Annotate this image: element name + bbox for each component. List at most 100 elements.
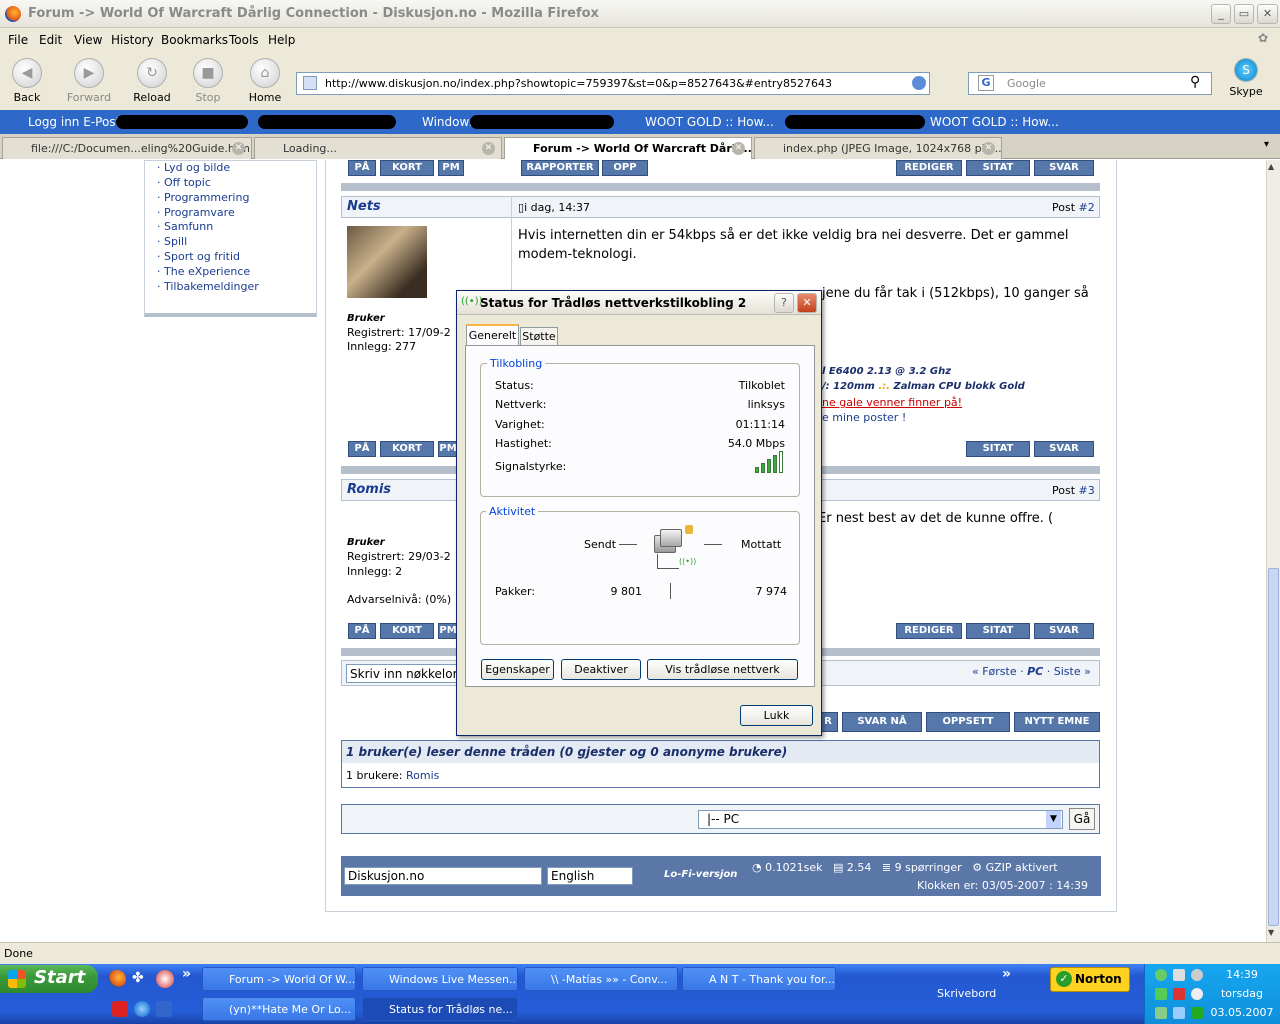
stop-button[interactable]: ■ Stop xyxy=(181,52,235,104)
skype-button[interactable]: S Skype xyxy=(1218,52,1274,98)
go-arrow-icon[interactable] xyxy=(912,76,926,90)
tray-icon[interactable] xyxy=(1191,1007,1203,1019)
start-button[interactable]: Start xyxy=(0,965,98,993)
task-conversation-yn[interactable]: (yn)**Hate Me Or Lo... xyxy=(202,997,356,1021)
tray-icon[interactable] xyxy=(1191,969,1203,981)
menu-history[interactable]: History xyxy=(111,33,154,47)
menu-tools[interactable]: Tools xyxy=(229,33,259,47)
task-messenger[interactable]: Windows Live Messen... xyxy=(362,967,518,991)
kort-button[interactable]: KORT xyxy=(380,623,434,639)
pm-button[interactable]: PM xyxy=(438,623,458,639)
close-tab-icon[interactable]: ✕ xyxy=(982,142,995,155)
pa-button[interactable]: PÅ xyxy=(348,160,376,176)
tab-jpeg[interactable]: index.php (JPEG Image, 1024x768 pix... ✕ xyxy=(754,137,1002,159)
sidebar-item-programmering[interactable]: · Programmering xyxy=(157,191,249,204)
bookmark-woot-1[interactable]: WOOT GOLD :: How... xyxy=(645,115,774,129)
tab-forum[interactable]: Forum -> World Of Warcraft Dårli... ✕ xyxy=(504,137,752,159)
properties-button[interactable]: Egenskaper xyxy=(481,659,554,680)
tray-icon[interactable] xyxy=(1155,1007,1167,1019)
search-icon[interactable]: ⚲ xyxy=(1190,74,1200,90)
close-tab-icon[interactable]: ✕ xyxy=(232,142,245,155)
forum-jump-select[interactable]: |-- PC xyxy=(698,810,1063,829)
task-forum[interactable]: Forum -> World Of W... xyxy=(202,967,356,991)
sidebar-item-sport-og-fritid[interactable]: · Sport og fritid xyxy=(157,250,240,263)
desktop-quicklaunch-icon[interactable] xyxy=(156,1001,172,1017)
bookmark-woot-2[interactable]: WOOT GOLD :: How... xyxy=(930,115,1059,129)
rapporter-button[interactable]: RAPPORTER xyxy=(521,160,599,176)
desktop-toolbar-label[interactable]: Skrivebord xyxy=(937,987,996,1000)
toolbar-expand-icon[interactable]: » xyxy=(1002,966,1011,982)
clock-time[interactable]: 14:39 xyxy=(1205,968,1279,981)
menu-edit[interactable]: Edit xyxy=(39,33,62,47)
kort-button[interactable]: KORT xyxy=(380,441,434,457)
task-conversation-ant[interactable]: A N T - Thank you for... xyxy=(682,967,836,991)
sidebar-item-programvare[interactable]: · Programvare xyxy=(157,206,235,219)
svar-na-button[interactable]: SVAR NÅ xyxy=(842,712,922,732)
menu-file[interactable]: File xyxy=(8,33,28,47)
first-page-link[interactable]: « Første xyxy=(972,665,1017,678)
messenger-quicklaunch-icon[interactable]: ✤ xyxy=(132,970,150,988)
close-dialog-button[interactable]: Lukk xyxy=(740,705,813,726)
tab-list-icon[interactable]: ▾ xyxy=(1264,139,1269,150)
search-field[interactable]: Skriv inn nøkkelor xyxy=(346,664,458,683)
sidebar-item-samfunn[interactable]: · Samfunn xyxy=(157,220,213,233)
svar-button[interactable]: SVAR xyxy=(1034,623,1094,639)
norton-button[interactable]: ✓ Norton xyxy=(1050,967,1130,992)
ie-quicklaunch-icon[interactable] xyxy=(134,1001,150,1017)
svar-button[interactable]: SVAR xyxy=(1034,441,1094,457)
sidebar-item-off-topic[interactable]: · Off topic xyxy=(157,176,211,189)
menu-help[interactable]: Help xyxy=(268,33,295,47)
scroll-down-icon[interactable]: ▼ xyxy=(1268,928,1279,938)
opp-button[interactable]: OPP xyxy=(602,160,648,176)
acrobat-quicklaunch-icon[interactable] xyxy=(112,1001,128,1017)
sitat-button[interactable]: SITAT xyxy=(966,160,1030,176)
app-quicklaunch-icon[interactable] xyxy=(156,970,174,988)
tab-generelt[interactable]: Generelt xyxy=(466,324,519,346)
tab-stotte[interactable]: Støtte xyxy=(520,327,558,346)
minimize-button[interactable]: _ xyxy=(1211,4,1231,24)
pa-button[interactable]: PÅ xyxy=(348,623,376,639)
tray-icon[interactable] xyxy=(1155,988,1167,1000)
signature-link[interactable]: e mine poster ! xyxy=(822,411,906,424)
dialog-close-button[interactable]: ✕ xyxy=(797,293,817,313)
post-author[interactable]: Nets xyxy=(347,199,381,214)
pm-button[interactable]: PM xyxy=(438,160,464,176)
forward-button[interactable]: ▶ Forward xyxy=(62,52,116,104)
kort-button[interactable]: KORT xyxy=(380,160,434,176)
close-tab-icon[interactable]: ✕ xyxy=(732,142,745,155)
post-no[interactable]: #2 xyxy=(1079,201,1095,214)
pa-button[interactable]: PÅ xyxy=(348,441,376,457)
scroll-up-icon[interactable]: ▲ xyxy=(1268,162,1279,172)
lofi-link[interactable]: Lo-Fi-versjon xyxy=(664,869,737,880)
close-button[interactable]: ✕ xyxy=(1257,4,1278,24)
home-button[interactable]: ⌂ Home xyxy=(238,52,292,104)
language-select[interactable]: English xyxy=(547,867,633,885)
signature-link[interactable]: ne gale venner finner på! xyxy=(822,396,962,409)
maximize-button[interactable]: ▭ xyxy=(1234,4,1254,24)
sidebar-item-tilbakemeldinger[interactable]: · Tilbakemeldinger xyxy=(157,280,259,293)
sitat-button[interactable]: SITAT xyxy=(966,441,1030,457)
firefox-quicklaunch-icon[interactable] xyxy=(108,970,126,988)
scrollbar-thumb[interactable] xyxy=(1268,568,1279,926)
menu-view[interactable]: View xyxy=(74,33,102,47)
close-tab-icon[interactable]: ✕ xyxy=(482,142,495,155)
wireless-tray-icon[interactable] xyxy=(1173,1007,1185,1019)
go-button[interactable]: Gå xyxy=(1069,808,1095,830)
tray-icon[interactable] xyxy=(1191,988,1203,1000)
tab-file[interactable]: file:///C:/Documen...eling%20Guide.htm ✕ xyxy=(2,137,252,159)
pm-button[interactable]: PM xyxy=(438,441,458,457)
rediger-button[interactable]: REDIGER xyxy=(896,160,962,176)
messenger-tray-icon[interactable] xyxy=(1155,969,1167,981)
sidebar-item-lyd-og-bilde[interactable]: · Lyd og bilde xyxy=(157,161,230,174)
help-button[interactable]: ? xyxy=(774,293,794,313)
site-select[interactable]: Diskusjon.no xyxy=(344,867,542,885)
last-page-link[interactable]: Siste » xyxy=(1054,665,1091,678)
reader-user-link[interactable]: Romis xyxy=(406,769,439,782)
chevron-down-icon[interactable]: ▼ xyxy=(1046,811,1061,828)
bookmark-windows[interactable]: Windows xyxy=(422,115,476,129)
tray-icon[interactable] xyxy=(1173,988,1185,1000)
nytt-emne-button[interactable]: NYTT EMNE xyxy=(1014,712,1100,732)
post-no[interactable]: #3 xyxy=(1079,484,1095,497)
svar-button[interactable]: SVAR xyxy=(1034,160,1094,176)
sidebar-item-spill[interactable]: · Spill xyxy=(157,235,187,248)
